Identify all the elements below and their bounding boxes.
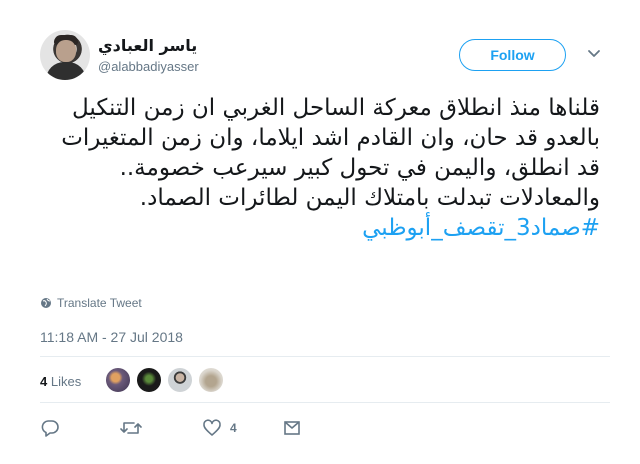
tweet-hashtag[interactable]: #صماد3_تقصف_أبوظبي — [34, 213, 600, 243]
reply-icon — [41, 420, 59, 437]
user-handle[interactable]: @alabbadiyasser — [98, 59, 199, 74]
follow-button[interactable]: Follow — [459, 39, 566, 71]
avatar[interactable] — [40, 30, 90, 80]
likes-summary[interactable]: 4 Likes — [40, 374, 81, 389]
direct-message-icon — [284, 421, 300, 435]
liker-avatar[interactable] — [198, 367, 224, 393]
direct-message-action[interactable] — [282, 418, 302, 438]
tweet-timestamp[interactable]: 11:18 AM - 27 Jul 2018 — [40, 329, 183, 345]
avatar-body — [46, 62, 86, 80]
chevron-down-icon[interactable] — [586, 46, 602, 62]
avatar-face — [56, 40, 76, 62]
liker-avatar[interactable] — [105, 367, 131, 393]
liker-avatar[interactable] — [167, 367, 193, 393]
divider — [40, 356, 610, 357]
globe-icon — [41, 298, 51, 308]
retweet-icon — [120, 422, 142, 434]
tweet-header: ياسر العبادي @alabbadiyasser Follow — [40, 30, 610, 82]
heart-icon — [203, 419, 221, 436]
liker-avatars — [105, 367, 229, 393]
retweet-action[interactable] — [120, 418, 150, 438]
divider — [40, 402, 610, 403]
translate-tweet-link[interactable]: Translate Tweet — [40, 296, 142, 310]
tweet-actions: 4 — [40, 418, 340, 442]
like-count: 4 — [230, 421, 237, 435]
reply-action[interactable] — [40, 418, 68, 438]
user-display-name[interactable]: ياسر العبادي — [98, 36, 197, 55]
tweet-text: قلناها منذ انطلاق معركة الساحل الغربي ان… — [34, 93, 600, 243]
likes-count: 4 — [40, 374, 48, 389]
like-action[interactable]: 4 — [202, 418, 237, 438]
translate-label: Translate Tweet — [57, 296, 142, 310]
likes-label: Likes — [50, 374, 82, 389]
tweet-body: قلناها منذ انطلاق معركة الساحل الغربي ان… — [61, 95, 600, 211]
liker-avatar[interactable] — [136, 367, 162, 393]
